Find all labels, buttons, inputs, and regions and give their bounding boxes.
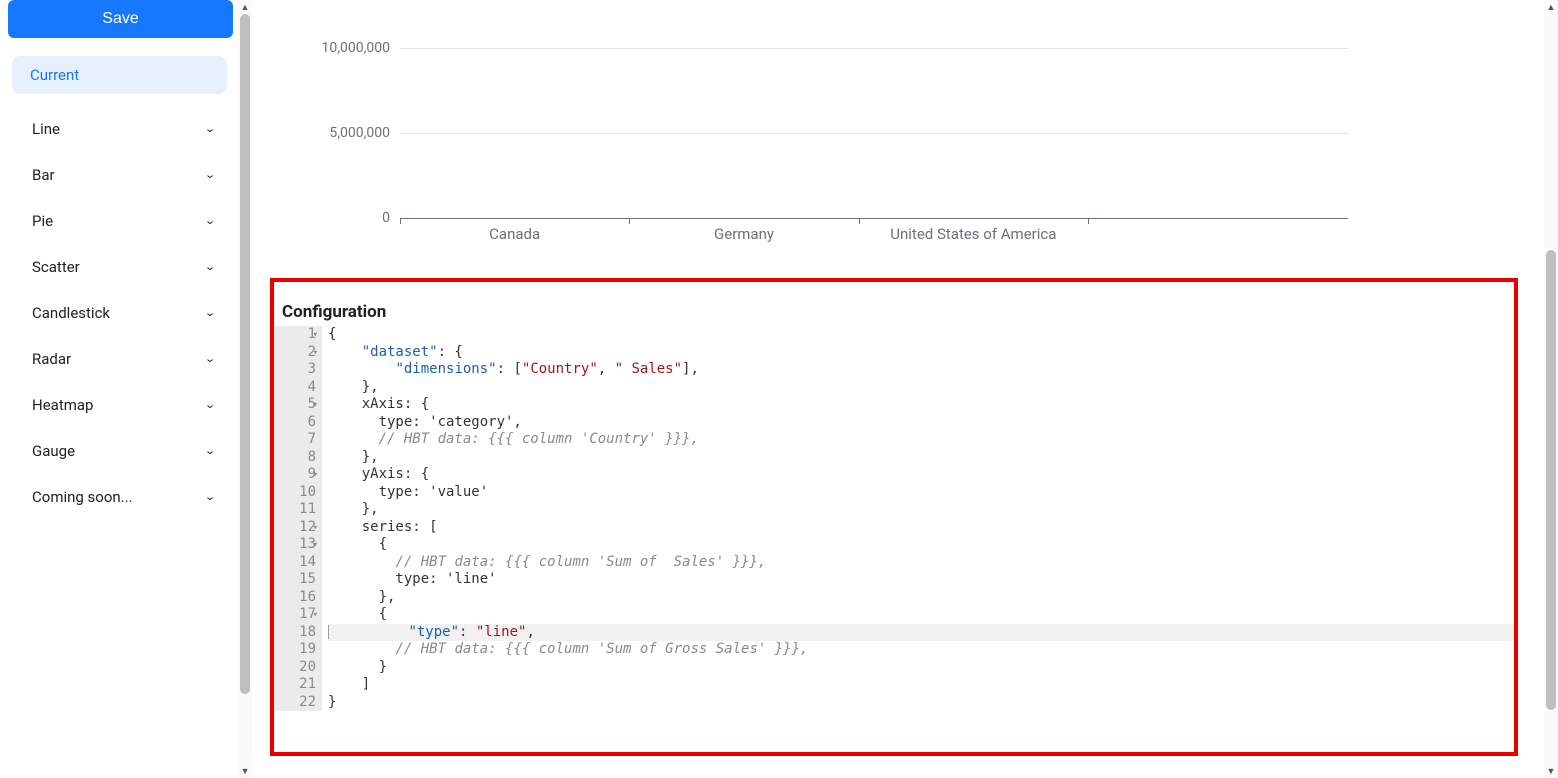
sidebar-item-label: Candlestick	[32, 304, 110, 322]
sidebar-item-label: Radar	[32, 350, 71, 368]
chevron-down-icon: ⌄	[204, 353, 216, 366]
sidebar-item-heatmap[interactable]: Heatmap ⌄	[4, 382, 234, 428]
x-tick	[400, 218, 401, 224]
sidebar-item-label: Bar	[32, 166, 55, 184]
main-scrollbar[interactable]: ▲ ▼	[1544, 0, 1558, 778]
y-tick-label: 5,000,000	[329, 125, 390, 141]
scroll-up-icon[interactable]: ▲	[238, 0, 252, 14]
sidebar-item-current[interactable]: Current	[12, 56, 227, 94]
x-tick-label: Germany	[714, 225, 774, 243]
sidebar-item-pie[interactable]: Pie ⌄	[4, 198, 234, 244]
configuration-title: Configuration	[274, 282, 1514, 326]
x-tick-label: United States of America	[890, 225, 1056, 243]
sidebar-item-label: Coming soon...	[32, 488, 133, 506]
chevron-down-icon: ⌄	[204, 307, 216, 320]
x-tick	[859, 218, 860, 224]
editor-code[interactable]: { "dataset": { "dimensions": ["Country",…	[322, 326, 1514, 711]
save-button[interactable]: Save	[8, 0, 233, 38]
sidebar-item-bar[interactable]: Bar ⌄	[4, 152, 234, 198]
y-tick-label: 0	[382, 210, 390, 226]
x-tick	[629, 218, 630, 224]
code-editor[interactable]: 1▾2▾345▾6789▾101112▾13▾14151617▾18192021…	[274, 326, 1514, 711]
sidebar-item-radar[interactable]: Radar ⌄	[4, 336, 234, 382]
scroll-down-icon[interactable]: ▼	[238, 764, 252, 778]
y-tick-label: 10,000,000	[322, 40, 390, 56]
chevron-down-icon: ⌄	[204, 261, 216, 274]
x-axis	[400, 218, 1348, 219]
scroll-down-icon[interactable]: ▼	[1544, 764, 1558, 778]
sidebar-item-label: Pie	[32, 212, 53, 230]
scrollbar-thumb[interactable]	[240, 14, 250, 694]
chevron-down-icon: ⌄	[204, 215, 216, 228]
main-panel: 0 5,000,000 10,000,000 Canada Germany United …	[260, 0, 1538, 778]
sidebar-item-label: Scatter	[32, 258, 80, 276]
chevron-down-icon: ⌄	[204, 169, 216, 182]
sidebar: Save Current Line⌄Bar⌄Pie⌄Scatter⌄Candle…	[0, 0, 238, 778]
sidebar-scrollbar[interactable]: ▲ ▼	[238, 0, 252, 778]
sidebar-item-gauge[interactable]: Gauge ⌄	[4, 428, 234, 474]
chevron-down-icon: ⌄	[204, 123, 216, 136]
chevron-down-icon: ⌄	[204, 491, 216, 504]
chevron-down-icon: ⌄	[204, 399, 216, 412]
sidebar-item-label: Gauge	[32, 442, 75, 460]
scroll-up-icon[interactable]: ▲	[1544, 0, 1558, 14]
sidebar-item-label: Heatmap	[32, 396, 93, 414]
sidebar-item-scatter[interactable]: Scatter ⌄	[4, 244, 234, 290]
sidebar-item-label: Line	[32, 120, 60, 138]
chart-area: 0 5,000,000 10,000,000 Canada Germany United …	[260, 0, 1538, 260]
x-tick	[1088, 218, 1089, 224]
configuration-panel: Configuration 1▾2▾345▾6789▾101112▾13▾141…	[270, 278, 1518, 756]
sidebar-item-line[interactable]: Line ⌄	[4, 106, 234, 152]
scrollbar-thumb[interactable]	[1546, 250, 1556, 710]
editor-gutter: 1▾2▾345▾6789▾101112▾13▾14151617▾18192021…	[274, 326, 322, 711]
sidebar-item-coming-soon-[interactable]: Coming soon... ⌄	[4, 474, 234, 520]
gridline	[400, 48, 1348, 49]
gridline	[400, 133, 1348, 134]
x-tick-label: Canada	[489, 225, 540, 243]
sidebar-item-candlestick[interactable]: Candlestick ⌄	[4, 290, 234, 336]
chevron-down-icon: ⌄	[204, 445, 216, 458]
